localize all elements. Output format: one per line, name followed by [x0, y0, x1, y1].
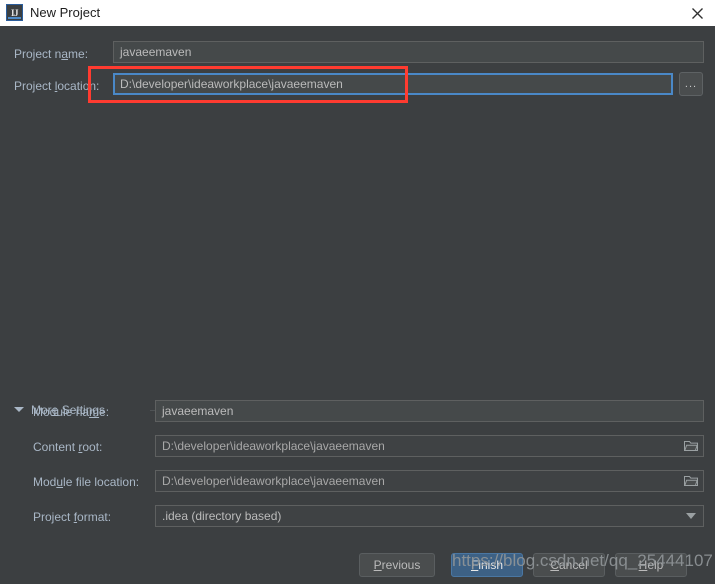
intellij-idea-icon: IJ: [6, 4, 23, 21]
folder-icon[interactable]: [681, 471, 701, 491]
finish-button[interactable]: Finish: [451, 553, 523, 577]
browse-location-button[interactable]: ...: [679, 72, 703, 96]
module-file-location-input[interactable]: D:\developer\ideaworkplace\javaeemaven: [155, 470, 704, 492]
close-icon[interactable]: [687, 4, 707, 22]
module-name-label: Module name:: [33, 405, 110, 419]
project-location-input[interactable]: D:\developer\ideaworkplace\javaeemaven: [113, 73, 673, 95]
dialog-body: Project name: javaeemaven Project locati…: [0, 26, 715, 584]
project-name-label: Project name:: [14, 47, 89, 61]
chevron-down-icon[interactable]: [14, 407, 24, 412]
title-bar: IJ New Project: [0, 0, 715, 26]
project-location-label: Project location:: [14, 79, 100, 93]
previous-button[interactable]: Previous: [359, 553, 435, 577]
project-format-select[interactable]: .idea (directory based): [155, 505, 704, 527]
content-root-label: Content root:: [33, 440, 103, 454]
cancel-button[interactable]: Cancel: [533, 553, 605, 577]
folder-icon[interactable]: [681, 436, 701, 456]
module-name-input[interactable]: javaeemaven: [155, 400, 704, 422]
module-file-location-label: Module file location:: [33, 475, 140, 489]
new-project-dialog: IJ New Project Project name: javaeemaven…: [0, 0, 715, 584]
window-title: New Project: [30, 5, 101, 20]
content-root-input[interactable]: D:\developer\ideaworkplace\javaeemaven: [155, 435, 704, 457]
chevron-down-icon[interactable]: [686, 513, 696, 519]
help-button[interactable]: Help: [615, 553, 687, 577]
project-name-input[interactable]: javaeemaven: [113, 41, 704, 63]
project-format-label: Project format:: [33, 510, 112, 524]
